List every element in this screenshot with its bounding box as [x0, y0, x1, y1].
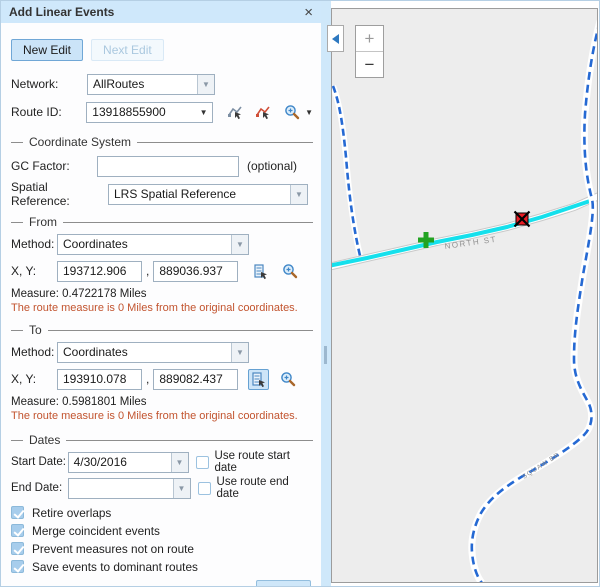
- river-casing: [472, 21, 597, 582]
- option-merge-coincident: Merge coincident events: [11, 523, 313, 538]
- panel-title: Add Linear Events: [9, 5, 114, 19]
- to-warning-text: The route measure is 0 Miles from the or…: [11, 410, 313, 422]
- route-id-value: 13918855900: [87, 103, 195, 122]
- merge-coincident-label: Merge coincident events: [32, 524, 160, 538]
- panel-titlebar: Add Linear Events ×: [1, 1, 321, 23]
- pick-coordinates-icon[interactable]: [250, 261, 271, 282]
- to-y-input[interactable]: [153, 369, 238, 390]
- select-route-red-icon[interactable]: [253, 102, 274, 123]
- next-button[interactable]: Next >: [256, 580, 311, 587]
- application-window: Add Linear Events × New Edit Next Edit N…: [0, 0, 600, 587]
- use-route-start-date-label: Use route start date: [215, 450, 313, 474]
- select-route-icon[interactable]: [225, 102, 246, 123]
- use-route-end-date-checkbox[interactable]: [198, 482, 211, 495]
- next-edit-button[interactable]: Next Edit: [91, 39, 164, 61]
- from-method-label: Method:: [11, 237, 57, 251]
- coordinate-system-heading: Coordinate System: [11, 135, 313, 149]
- dates-heading: Dates: [11, 433, 313, 447]
- chevron-down-icon[interactable]: ▼: [231, 343, 248, 362]
- to-measure-text: Measure: 0.5981801 Miles: [11, 396, 313, 408]
- options-list: Retire overlaps Merge coincident events …: [11, 505, 313, 574]
- zoom-in-button[interactable]: +: [356, 26, 383, 52]
- network-label: Network:: [11, 77, 87, 91]
- zoom-to-route-icon[interactable]: [282, 102, 302, 122]
- save-dominant-label: Save events to dominant routes: [32, 560, 198, 574]
- network-value: AllRoutes: [88, 75, 197, 94]
- panel-body: New Edit Next Edit Network: AllRoutes ▼ …: [1, 23, 321, 587]
- start-date-select[interactable]: 4/30/2016 ▼: [68, 452, 189, 473]
- chevron-down-icon[interactable]: ▼: [231, 235, 248, 254]
- merge-coincident-checkbox[interactable]: [11, 524, 24, 537]
- option-save-dominant: Save events to dominant routes: [11, 559, 313, 574]
- to-x-input[interactable]: [57, 369, 142, 390]
- add-linear-events-panel: Add Linear Events × New Edit Next Edit N…: [1, 1, 321, 587]
- end-date-select[interactable]: ▼: [68, 478, 190, 499]
- start-date-value: 4/30/2016: [69, 453, 171, 472]
- use-route-end-date-label: Use route end date: [217, 476, 313, 500]
- gc-factor-input[interactable]: [97, 156, 239, 177]
- xy-separator: ,: [146, 264, 149, 278]
- pick-coordinates-icon-active[interactable]: [248, 369, 269, 390]
- from-measure-text: Measure: 0.4722178 Miles: [11, 288, 313, 300]
- to-method-value: Coordinates: [58, 343, 231, 362]
- from-warning-text: The route measure is 0 Miles from the or…: [11, 302, 313, 314]
- zoom-out-button[interactable]: −: [356, 52, 383, 78]
- end-date-value: [69, 479, 172, 498]
- to-heading: To: [11, 323, 313, 337]
- chevron-left-icon: [332, 34, 339, 44]
- chevron-down-icon[interactable]: ▼: [171, 453, 188, 472]
- spatial-reference-value: LRS Spatial Reference: [109, 185, 290, 204]
- to-xy-label: X, Y:: [11, 372, 57, 386]
- end-date-label: End Date:: [11, 482, 68, 494]
- option-prevent-measures: Prevent measures not on route: [11, 541, 313, 556]
- chevron-down-icon[interactable]: ▼: [305, 108, 313, 117]
- spatial-reference-label: Spatial Reference:: [11, 180, 108, 208]
- gc-factor-label: GC Factor:: [11, 159, 97, 173]
- to-method-select[interactable]: Coordinates ▼: [57, 342, 249, 363]
- spatial-reference-select[interactable]: LRS Spatial Reference ▼: [108, 184, 308, 205]
- use-route-start-date-checkbox[interactable]: [196, 456, 209, 469]
- save-dominant-checkbox[interactable]: [11, 560, 24, 573]
- panel-splitter[interactable]: [321, 1, 331, 587]
- from-y-input[interactable]: [153, 261, 238, 282]
- stream-name-label: SQUAW BR: [521, 451, 561, 480]
- collapse-panel-button[interactable]: [327, 25, 344, 52]
- zoom-to-point-icon[interactable]: [278, 369, 298, 389]
- map-graphics: NORTH ST SQUAW BR: [332, 9, 597, 582]
- retire-overlaps-checkbox[interactable]: [11, 506, 24, 519]
- new-edit-button[interactable]: New Edit: [11, 39, 83, 61]
- option-retire-overlaps: Retire overlaps: [11, 505, 313, 520]
- from-method-value: Coordinates: [58, 235, 231, 254]
- from-xy-label: X, Y:: [11, 264, 57, 278]
- from-heading: From: [11, 215, 313, 229]
- to-point-marker[interactable]: [515, 212, 530, 227]
- chevron-down-icon[interactable]: ▼: [197, 75, 214, 94]
- retire-overlaps-label: Retire overlaps: [32, 506, 111, 520]
- gc-factor-hint: (optional): [247, 159, 297, 173]
- splitter-grip[interactable]: [324, 346, 327, 364]
- prevent-measures-label: Prevent measures not on route: [32, 542, 194, 556]
- network-select[interactable]: AllRoutes ▼: [87, 74, 215, 95]
- map-canvas[interactable]: NORTH ST SQUAW BR + −: [331, 8, 598, 583]
- chevron-down-icon[interactable]: ▼: [195, 103, 212, 122]
- from-method-select[interactable]: Coordinates ▼: [57, 234, 249, 255]
- xy-separator: ,: [146, 372, 149, 386]
- start-date-label: Start Date:: [11, 456, 68, 468]
- route-id-label: Route ID:: [11, 105, 86, 119]
- to-method-label: Method:: [11, 345, 57, 359]
- chevron-down-icon[interactable]: ▼: [290, 185, 307, 204]
- map-zoom-control: + −: [355, 25, 384, 78]
- zoom-to-point-icon[interactable]: [280, 261, 300, 281]
- close-icon[interactable]: ×: [304, 5, 313, 20]
- prevent-measures-checkbox[interactable]: [11, 542, 24, 555]
- from-x-input[interactable]: [57, 261, 142, 282]
- route-id-combobox[interactable]: 13918855900 ▼: [86, 102, 213, 123]
- chevron-down-icon[interactable]: ▼: [173, 479, 190, 498]
